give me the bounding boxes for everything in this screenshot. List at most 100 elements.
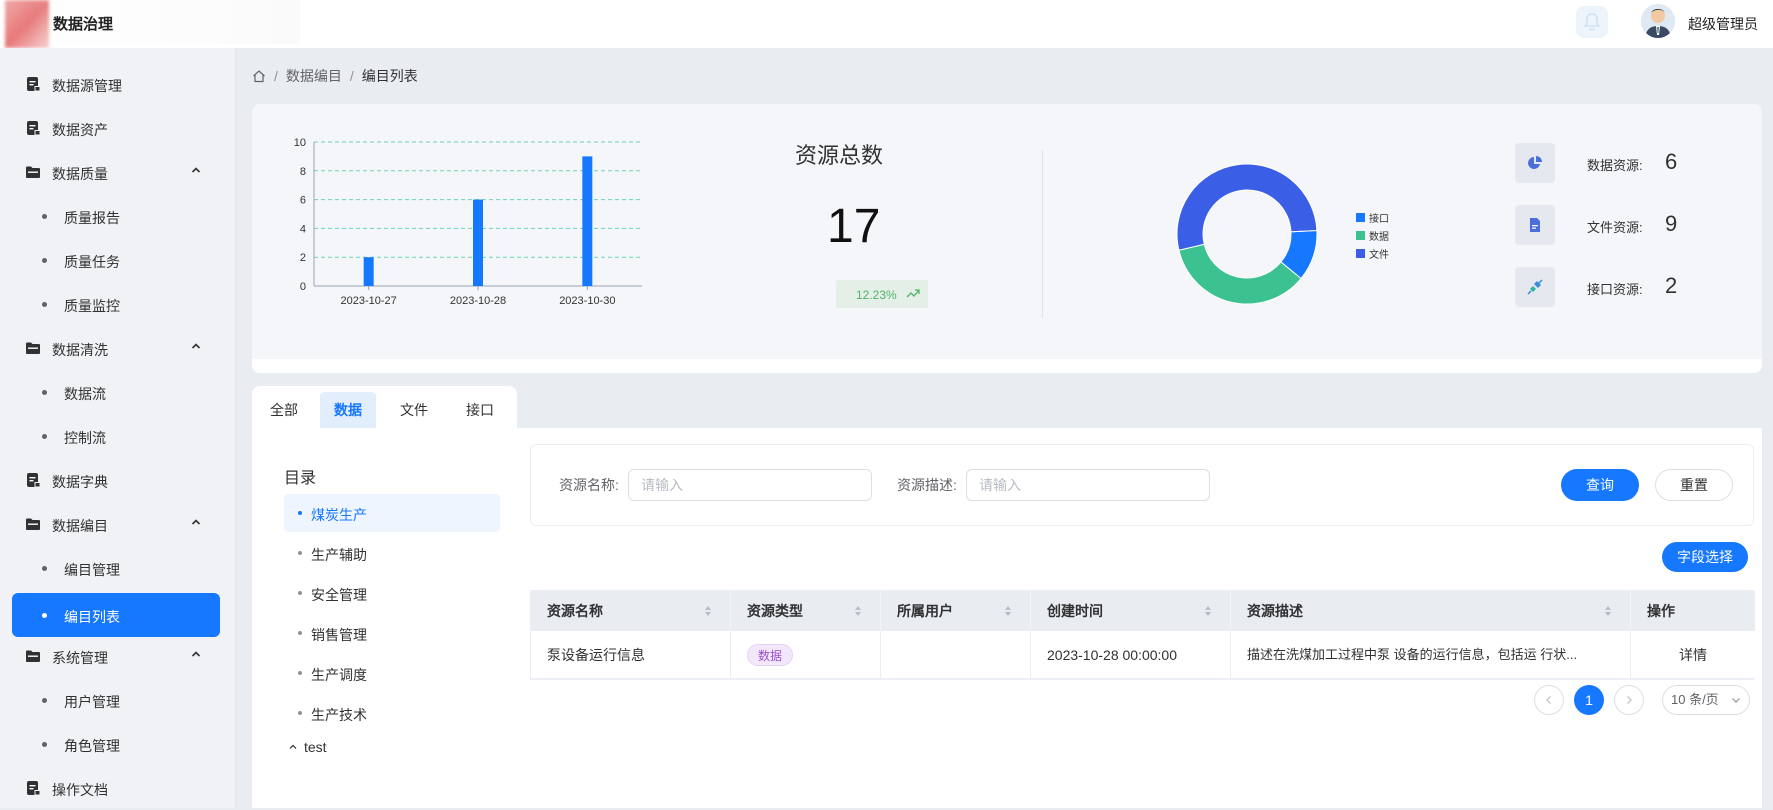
api-resource-value: 2 xyxy=(1665,273,1678,298)
sidebar-item-user-manage[interactable]: 用户管理 xyxy=(0,678,236,722)
next-page-button[interactable] xyxy=(1614,685,1644,715)
bar-chart-svg: 0 2 4 6 8 10 2023-10-27 2023-10-28 2023-10-30 xyxy=(294,137,642,307)
tab-all[interactable]: 全部 xyxy=(256,392,312,428)
file-icon xyxy=(1530,218,1540,232)
home-icon[interactable] xyxy=(252,69,266,83)
bell-icon xyxy=(1584,13,1600,31)
api-resource-label: 接口资源: xyxy=(1587,282,1643,297)
folder-icon xyxy=(26,518,40,530)
folder-icon xyxy=(26,166,40,178)
sidebar-item-label: 质量任务 xyxy=(64,254,120,270)
pie-chart-icon xyxy=(1528,156,1542,169)
directory-item[interactable]: 生产调度 xyxy=(284,654,500,692)
chevron-up-icon xyxy=(191,519,201,525)
sort-icon[interactable] xyxy=(704,604,712,618)
bar-chart: 0 2 4 6 8 10 2023-10-27 2023-10-28 2023-10-30 xyxy=(272,124,652,327)
sidebar-item-catalog-list[interactable]: 编目列表 xyxy=(12,593,220,637)
y-tick-label: 8 xyxy=(300,166,306,178)
directory-item[interactable]: 销售管理 xyxy=(284,614,500,652)
legend-item[interactable]: 数据 xyxy=(1356,226,1389,244)
sidebar-item-quality-monitor[interactable]: 质量监控 xyxy=(0,282,236,326)
donut-slice[interactable] xyxy=(1178,243,1302,305)
growth-value: 12.23% xyxy=(856,288,897,302)
sort-icon[interactable] xyxy=(854,604,862,618)
y-tick-label: 0 xyxy=(300,281,306,293)
desc-label: 资源描述: xyxy=(897,477,957,493)
sidebar-item-quality-task[interactable]: 质量任务 xyxy=(0,238,236,282)
bar xyxy=(582,156,593,286)
directory-item[interactable]: 生产辅助 xyxy=(284,534,500,572)
detail-link[interactable]: 详情 xyxy=(1631,631,1755,679)
resource-name-input[interactable] xyxy=(628,469,872,501)
prev-page-button[interactable] xyxy=(1534,685,1564,715)
breadcrumb-current: 编目列表 xyxy=(361,68,418,84)
reset-button[interactable]: 重置 xyxy=(1655,469,1733,501)
tab-file[interactable]: 文件 xyxy=(386,392,442,428)
type-tag: 数据 xyxy=(747,644,794,666)
sidebar-item-datasource[interactable]: 数据源管理 xyxy=(0,62,236,106)
directory-item[interactable]: 煤炭生产 xyxy=(284,494,500,532)
sidebar-group-system[interactable]: 系统管理 xyxy=(0,634,236,678)
field-select-button[interactable]: 字段选择 xyxy=(1662,542,1748,572)
sidebar: 数据源管理 数据资产 数据质量 质量报告 质量任务 质量监控 数据清洗 数据流 … xyxy=(0,48,236,808)
sidebar-item-assets[interactable]: 数据资产 xyxy=(0,106,236,150)
sidebar-item-catalog-manage[interactable]: 编目管理 xyxy=(0,546,236,590)
y-tick-label: 2 xyxy=(300,252,306,264)
column-header[interactable]: 资源类型 xyxy=(731,591,881,631)
sidebar-group-quality[interactable]: 数据质量 xyxy=(0,150,236,194)
chevron-down-icon xyxy=(1732,698,1740,703)
chevron-left-icon xyxy=(1546,696,1551,704)
x-tick-label: 2023-10-28 xyxy=(450,295,506,307)
sidebar-item-label: 数据流 xyxy=(64,386,106,402)
sort-icon[interactable] xyxy=(1604,604,1612,618)
tab-api[interactable]: 接口 xyxy=(452,392,508,428)
sidebar-item-label: 数据字典 xyxy=(52,474,108,490)
x-tick-label: 2023-10-30 xyxy=(559,295,615,307)
chevron-up-icon xyxy=(191,343,201,349)
sidebar-item-label: 数据质量 xyxy=(52,166,108,182)
sidebar-item-label: 数据源管理 xyxy=(52,78,122,94)
cell-name: 泵设备运行信息 xyxy=(531,631,731,679)
sort-icon[interactable] xyxy=(1004,604,1012,618)
avatar[interactable] xyxy=(1641,4,1675,38)
resource-desc-input[interactable] xyxy=(966,469,1210,501)
legend-item[interactable]: 接口 xyxy=(1356,208,1389,226)
sidebar-item-dictionary[interactable]: 数据字典 xyxy=(0,458,236,502)
column-header[interactable]: 创建时间 xyxy=(1031,591,1231,631)
file-resource-label: 文件资源: xyxy=(1587,220,1643,235)
column-header[interactable]: 所属用户 xyxy=(881,591,1031,631)
sidebar-item-quality-report[interactable]: 质量报告 xyxy=(0,194,236,238)
sidebar-group-cleaning[interactable]: 数据清洗 xyxy=(0,326,236,370)
y-tick-label: 6 xyxy=(300,195,306,207)
legend-item[interactable]: 文件 xyxy=(1356,244,1389,262)
directory-item[interactable]: 生产技术 xyxy=(284,694,500,732)
directory-tree-node[interactable]: test xyxy=(288,739,327,755)
total-title: 资源总数 xyxy=(795,143,884,168)
directory-title: 目录 xyxy=(284,470,317,487)
cell-type: 数据 xyxy=(731,631,881,679)
notification-button[interactable] xyxy=(1576,6,1608,38)
sidebar-item-label: 编目管理 xyxy=(64,562,120,578)
tab-data[interactable]: 数据 xyxy=(320,392,376,428)
user-name[interactable]: 超级管理员 xyxy=(1688,14,1758,34)
file-resource-stat: 文件资源: 9 xyxy=(1515,205,1755,245)
directory-item[interactable]: 安全管理 xyxy=(284,574,500,612)
name-label: 资源名称: xyxy=(559,477,619,493)
folder-icon xyxy=(26,650,40,662)
sidebar-item-controlflow[interactable]: 控制流 xyxy=(0,414,236,458)
column-header[interactable]: 资源描述 xyxy=(1231,591,1631,631)
sidebar-item-role-manage[interactable]: 角色管理 xyxy=(0,722,236,766)
sidebar-item-docs[interactable]: 操作文档 xyxy=(0,766,236,810)
column-header[interactable]: 资源名称 xyxy=(531,591,731,631)
cell-created: 2023-10-28 00:00:00 xyxy=(1031,631,1231,679)
sidebar-item-dataflow[interactable]: 数据流 xyxy=(0,370,236,414)
page-size-select[interactable]: 10 条/页 xyxy=(1662,685,1750,715)
y-tick-label: 10 xyxy=(294,137,306,149)
sidebar-item-label: 数据清洗 xyxy=(52,342,108,358)
breadcrumb-catalog[interactable]: 数据编目 xyxy=(286,66,342,86)
sort-icon[interactable] xyxy=(1204,604,1212,618)
sidebar-group-catalog[interactable]: 数据编目 xyxy=(0,502,236,546)
query-button[interactable]: 查询 xyxy=(1561,469,1639,501)
table-row: 泵设备运行信息 数据 2023-10-28 00:00:00 描述在洗煤加工过程… xyxy=(531,631,1755,679)
page-1-button[interactable]: 1 xyxy=(1574,685,1604,715)
